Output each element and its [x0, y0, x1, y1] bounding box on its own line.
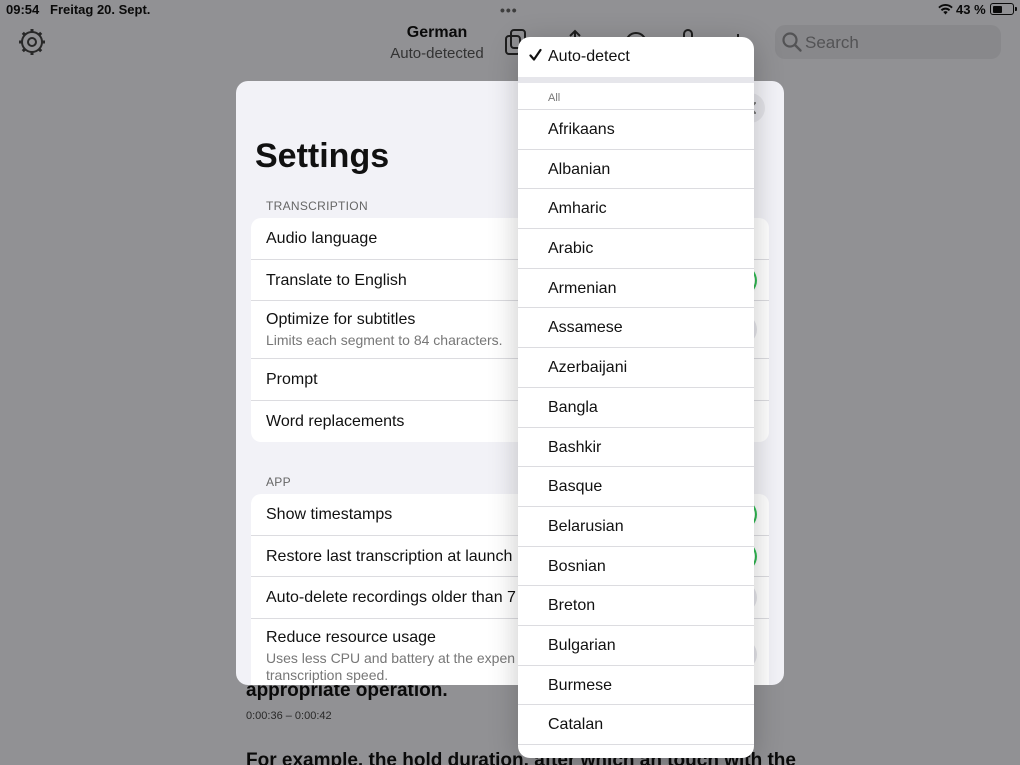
menu-item[interactable]: Afrikaans: [518, 110, 754, 150]
menu-item-label: Basque: [548, 478, 603, 496]
menu-item-label: Bosnian: [548, 557, 606, 575]
section-header-app: APP: [266, 475, 291, 489]
menu-section-label: All: [548, 92, 561, 104]
menu-item-label: Bashkir: [548, 438, 602, 456]
menu-item[interactable]: Burmese: [518, 666, 754, 706]
menu-item[interactable]: Azerbaijani: [518, 348, 754, 388]
menu-item-label: Catalan: [548, 716, 604, 734]
menu-item-label: Armenian: [548, 279, 617, 297]
menu-item-label: Assamese: [548, 319, 623, 337]
menu-item[interactable]: Breton: [518, 586, 754, 626]
menu-item[interactable]: Albanian: [518, 150, 754, 190]
menu-item-label: Afrikaans: [548, 121, 615, 138]
menu-item[interactable]: Amharic: [518, 189, 754, 230]
menu-item-label: Belarusian: [548, 517, 624, 535]
menu-item-label: Albanian: [548, 160, 611, 178]
menu-item[interactable]: Assamese: [518, 308, 754, 349]
page-title: Settings: [255, 137, 390, 175]
menu-item[interactable]: Belarusian: [518, 507, 754, 547]
menu-item-label: Bangla: [548, 398, 598, 416]
menu-item[interactable]: Armenian: [518, 269, 754, 309]
menu-item-label: Auto-detect: [548, 48, 630, 65]
menu-item-label: Bulgarian: [548, 636, 616, 654]
menu-item-label: Azerbaijani: [548, 359, 628, 377]
checkmark-icon: [529, 48, 542, 61]
menu-item-auto-detect[interactable]: Auto-detect: [518, 37, 754, 83]
menu-item[interactable]: Bosnian: [518, 547, 754, 587]
menu-item-label: Amharic: [548, 200, 607, 218]
menu-section-header: All: [518, 83, 754, 110]
menu-item[interactable]: Catalan: [518, 705, 754, 745]
menu-item[interactable]: Basque: [518, 467, 754, 507]
menu-item[interactable]: Bulgarian: [518, 626, 754, 666]
language-menu: Auto-detect All Afrikaans Albanian Amhar…: [518, 37, 754, 758]
menu-item-label: Burmese: [548, 676, 613, 694]
menu-item-label: Breton: [548, 597, 596, 615]
menu-item[interactable]: Bangla: [518, 388, 754, 428]
menu-item[interactable]: Arabic: [518, 229, 754, 269]
menu-item-label: Arabic: [548, 240, 594, 258]
menu-item[interactable]: Bashkir: [518, 428, 754, 468]
section-header-transcription: TRANSCRIPTION: [266, 199, 368, 213]
